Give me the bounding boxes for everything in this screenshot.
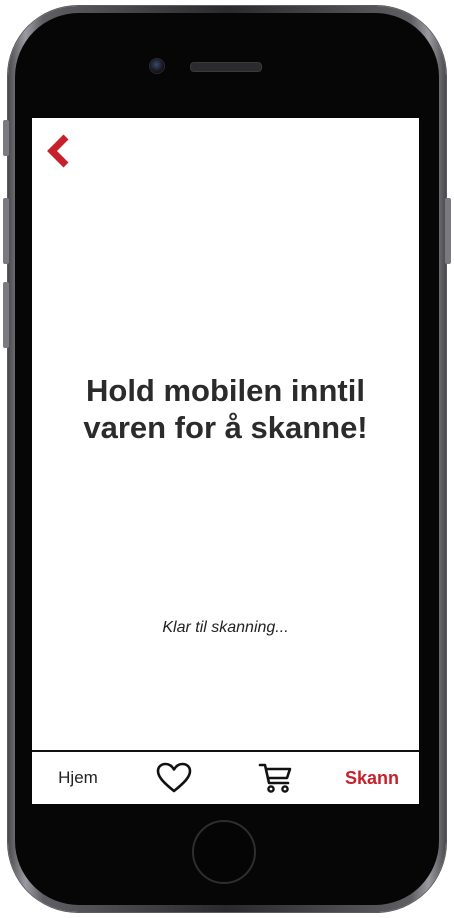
home-button[interactable] [192,820,256,884]
tab-home[interactable]: Hjem [46,752,110,804]
title-line-1: Hold mobilen inntil [86,373,365,408]
app-screen: Hold mobilen inntil varen for å skanne! … [32,118,419,804]
tab-cart[interactable] [254,752,298,804]
front-camera [149,58,165,74]
chevron-left-icon [47,134,69,168]
title-line-2: varen for å skanne! [83,410,368,445]
tab-favorites[interactable] [152,752,196,804]
cart-icon [258,763,292,793]
earpiece-speaker [190,62,262,72]
mute-switch [3,120,9,156]
power-button [445,198,451,264]
scan-instruction-title: Hold mobilen inntil varen for å skanne! [32,372,419,446]
heart-icon [156,762,192,793]
volume-down-button [3,282,9,348]
tab-scan[interactable]: Skann [334,752,410,804]
bottom-tab-bar: Hjem Skann [32,750,419,804]
back-button[interactable] [44,132,74,170]
scan-status-text: Klar til skanning... [162,619,289,636]
volume-up-button [3,198,9,264]
